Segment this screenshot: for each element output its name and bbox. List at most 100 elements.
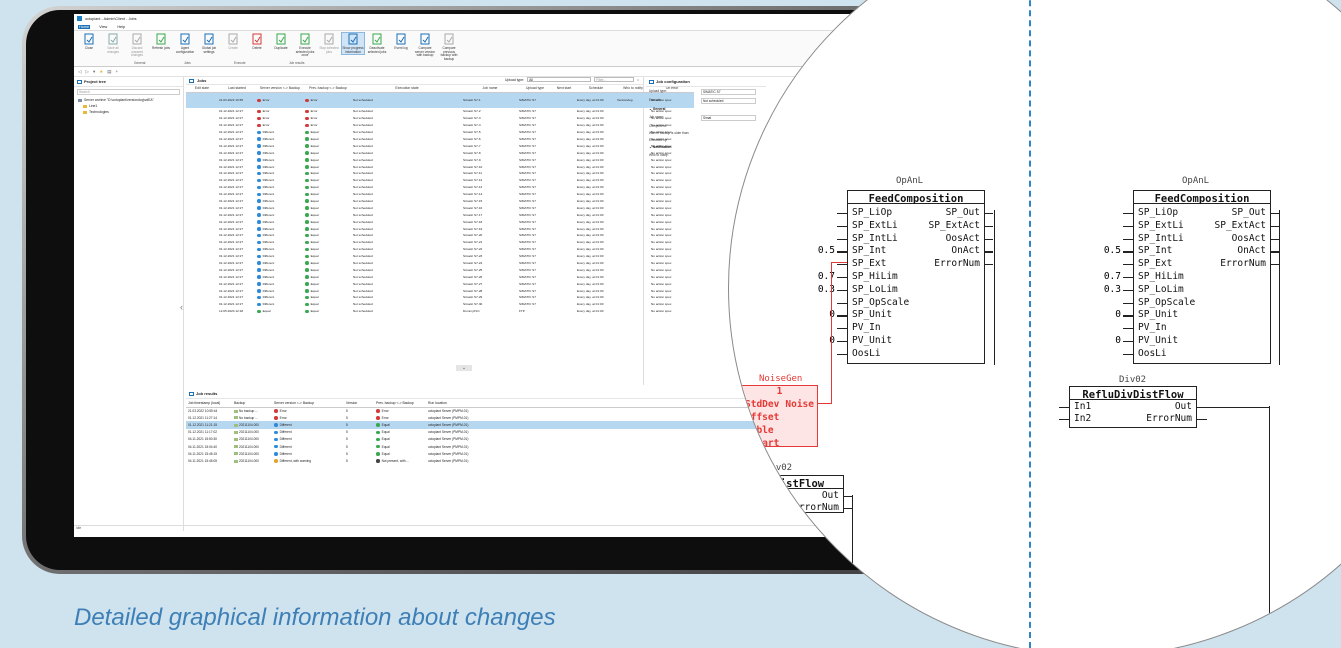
ribbon-button-12[interactable]: Deactivate selected jobs — [366, 33, 388, 54]
table-row[interactable]: 01.12.2021 12:27 Different Equal Not schedu… — [186, 191, 694, 198]
status-error-icon — [257, 116, 261, 121]
column-header[interactable]: Upload type — [518, 85, 552, 93]
table-row[interactable]: 01.12.2021 12:27 Different Equal Not schedu… — [186, 156, 694, 163]
ribbon-button-15[interactable]: Compare previous backup with backup — [438, 33, 460, 61]
ribbon-button-5[interactable]: Global job settings — [198, 33, 220, 54]
table-row[interactable]: 01.12.2021 12:27 Different Equal Not schedu… — [186, 170, 694, 177]
table-row[interactable]: 01.12.2021 12:27 Error Error Not scheduled S… — [186, 122, 694, 129]
collapse-panel-icon[interactable]: ‹ — [180, 302, 183, 312]
table-row[interactable]: 01.12.2021 12:27 Different Equal Not schedu… — [186, 177, 694, 184]
function-block[interactable]: FeedComposition SP_LiOp SP_ExtLi SP_IntLi SP… — [847, 190, 985, 364]
table-row[interactable]: 01.12.2021 12:27 Different Equal Not schedu… — [186, 163, 694, 170]
status-text: Different — [262, 261, 275, 266]
column-header[interactable]: Job timestamp (local) — [186, 399, 232, 408]
table-row[interactable]: 01.12.2021 12:27 Different Equal Not schedu… — [186, 287, 694, 294]
expand-results-icon[interactable]: ⌄ — [456, 365, 472, 371]
ribbon-button-10[interactable]: Stop selected jobs — [318, 33, 340, 54]
menu-home[interactable]: Home — [78, 24, 91, 29]
column-header[interactable]: Version — [344, 399, 374, 408]
table-row[interactable]: 01.12.2021 12:27 Different Equal Not schedu… — [186, 294, 694, 301]
tree-item-technologies[interactable]: Technologies — [74, 109, 183, 115]
table-row[interactable]: 01.12.2021 12:27 Different Equal Not schedu… — [186, 211, 694, 218]
ribbon-button-3[interactable]: Refresh jobs — [150, 33, 172, 51]
ribbon-button-14[interactable]: Compare server version with backup — [414, 33, 436, 58]
table-row[interactable]: 01.12.2021 12:27 Different Equal Not schedu… — [186, 280, 694, 287]
config-value[interactable]: Simat — [701, 114, 756, 121]
menu-help[interactable]: Help — [116, 25, 126, 29]
table-row[interactable]: 01.12.2021 12:27 Different Equal Not schedu… — [186, 149, 694, 156]
column-header[interactable]: Server version <-> Backup — [272, 399, 344, 408]
function-block[interactable]: ivDistFlow Out ErrorNum — [741, 475, 844, 513]
table-row[interactable]: 01.12.2021 12:27 Different Equal Not schedu… — [186, 225, 694, 232]
table-row[interactable]: 01.12.2021 12:27 Different Equal Not schedu… — [186, 198, 694, 205]
table-row[interactable]: 01.12.2021 12:27 Different Equal Not schedu… — [186, 273, 694, 280]
table-row[interactable]: 01.12.2021 12:27 Different Equal Not schedu… — [186, 218, 694, 225]
ribbon-button-2[interactable]: Discard unsaved changes — [126, 33, 148, 58]
ribbon-button-13[interactable]: Event log — [390, 33, 412, 51]
table-row[interactable]: 01.12.2021 12:27 Different Equal Not schedu… — [186, 184, 694, 191]
jobs-filter-input[interactable]: Filter... — [594, 77, 635, 82]
table-row[interactable]: 01.12.2021 12:27 Different Equal Not schedu… — [186, 266, 694, 273]
column-header[interactable]: Schedule — [576, 85, 616, 93]
section-general[interactable]: ⌄ General — [646, 105, 766, 113]
status-cell: Error — [256, 108, 304, 115]
table-row[interactable]: 01.12.2021 12:27 Different Equal Not schedu… — [186, 129, 694, 136]
table-row[interactable]: 01.12.2021 12:27 Different Equal Not schedu… — [186, 246, 694, 253]
ribbon-button-1[interactable]: Save all changes — [102, 33, 124, 54]
table-row[interactable]: 12.05.2020 12:18 Equal Equal Not scheduled D… — [186, 308, 694, 315]
back-icon[interactable]: ◁ — [78, 69, 81, 75]
ribbon-button-0[interactable]: Close — [78, 33, 100, 51]
column-header[interactable]: Edit state — [186, 85, 218, 93]
noise-generator-block[interactable]: 1 StdDev Offset nable estart Noise — [741, 385, 818, 449]
column-header[interactable]: Job name — [462, 85, 518, 93]
table-row[interactable]: 01.12.2021 12:27 Error Error Not scheduled S… — [186, 108, 694, 115]
column-header[interactable]: Execution state — [352, 85, 462, 93]
table-row[interactable]: 01.12.2021 12:27 Different Equal Not schedu… — [186, 301, 694, 308]
favorite-icon[interactable]: ★ — [99, 69, 103, 75]
column-header[interactable]: Next start — [552, 85, 576, 93]
ribbon-button-7[interactable]: Delete — [246, 33, 268, 51]
ribbon-button-6[interactable]: Create — [222, 33, 244, 51]
status-different-icon — [257, 261, 261, 266]
table-cell — [552, 260, 576, 267]
output-pin: SP_Out — [1231, 207, 1266, 218]
tree-search-input[interactable]: Search — [77, 89, 180, 95]
function-block[interactable]: RefluDivDistFlow In1 In2 Out ErrorNum — [1069, 386, 1197, 428]
search-icon[interactable]: ⌕ — [637, 78, 639, 82]
table-row[interactable]: 01.12.2021 12:27 Error Error Not scheduled S… — [186, 115, 694, 122]
column-header[interactable]: Prev. backup <-> Backup — [304, 85, 352, 93]
table-row[interactable]: 21.03.2022 10:55 Error Error Not scheduled S… — [186, 92, 694, 108]
ribbon-button-9[interactable]: Execute selected jobs once — [294, 33, 316, 58]
ribbon-button-4[interactable]: Agent configuration — [174, 33, 196, 54]
status-equal-icon — [305, 295, 309, 300]
forward-icon[interactable]: ▷ — [85, 69, 88, 75]
column-header[interactable]: Last started — [218, 85, 256, 93]
config-value[interactable]: Not scheduled — [701, 97, 756, 104]
column-header[interactable]: Server version <-> Backup — [256, 85, 304, 93]
config-value[interactable]: SIMATIC S7 — [701, 88, 756, 95]
function-block[interactable]: FeedComposition SP_LiOp SP_ExtLi SP_IntLi SP… — [1133, 190, 1271, 364]
ribbon-button-8[interactable]: Duplicate — [270, 33, 292, 51]
table-row[interactable]: 01.12.2021 12:27 Different Equal Not schedu… — [186, 260, 694, 267]
add-icon[interactable]: + — [116, 69, 119, 74]
table-row[interactable]: 01.12.2021 12:27 Different Equal Not schedu… — [186, 204, 694, 211]
column-header[interactable]: Who to notify — [616, 85, 650, 93]
table-row[interactable]: 01.12.2021 12:27 Different Equal Not schedu… — [186, 232, 694, 239]
table-cell — [186, 218, 218, 225]
up-icon[interactable]: ▾ — [93, 69, 95, 75]
table-cell — [616, 308, 650, 315]
column-header[interactable]: Backup — [232, 399, 272, 408]
section-notification[interactable]: ⌄ Notification — [646, 143, 766, 151]
column-header[interactable]: Prev. backup <-> Backup — [374, 399, 426, 408]
status-different-icon — [257, 185, 261, 190]
layout-icon[interactable]: ▤ — [107, 69, 111, 75]
status-equal-icon — [305, 220, 309, 224]
upload-type-select[interactable]: All — [527, 77, 592, 82]
ribbon-button-11[interactable]: Show progress information — [341, 31, 365, 56]
table-row[interactable]: 01.12.2021 12:27 Different Equal Not schedu… — [186, 239, 694, 246]
menu-view[interactable]: View — [98, 25, 108, 29]
table-row[interactable]: 01.12.2021 12:27 Different Equal Not schedu… — [186, 136, 694, 143]
table-row[interactable]: 01.12.2021 12:27 Different Equal Not schedu… — [186, 253, 694, 260]
table-cell — [552, 92, 576, 108]
table-row[interactable]: 01.12.2021 12:27 Different Equal Not schedu… — [186, 142, 694, 149]
